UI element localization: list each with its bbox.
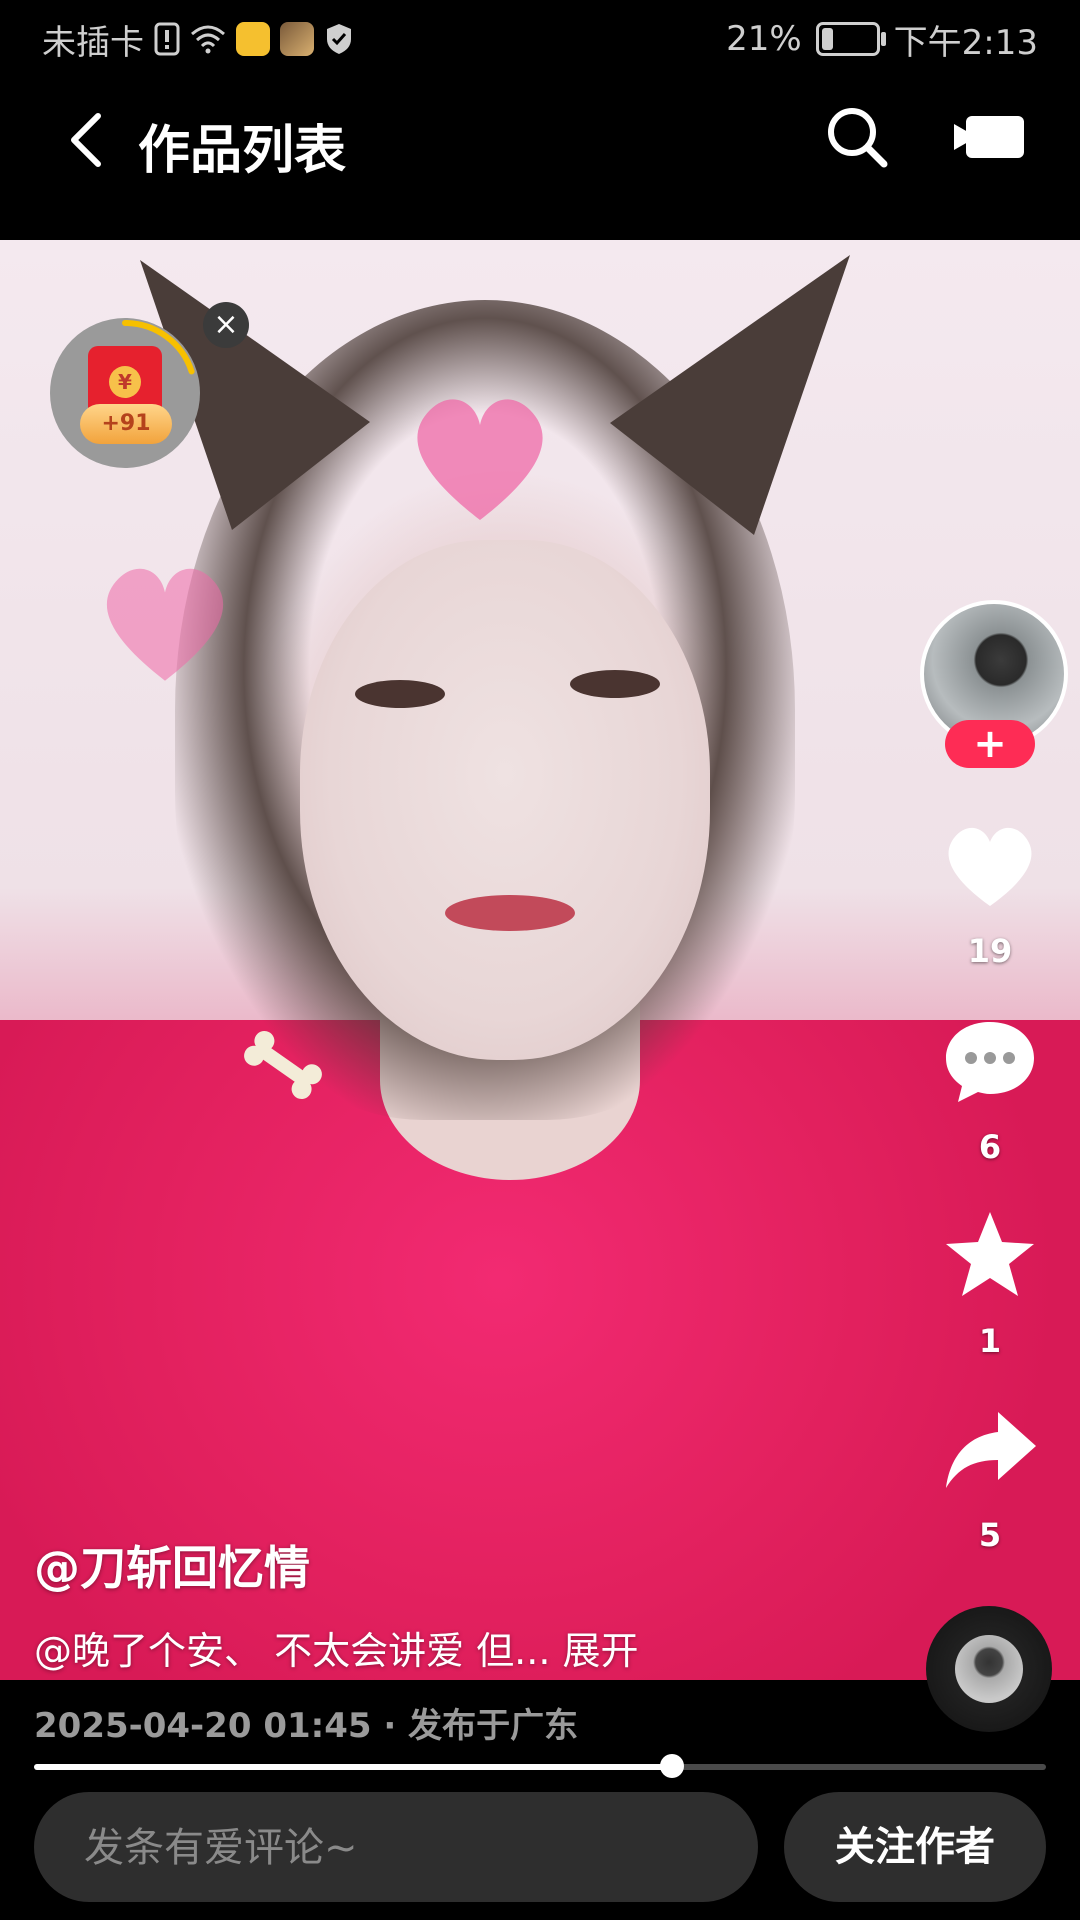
battery-fill <box>821 28 833 50</box>
follow-author-button[interactable]: 关注作者 <box>784 1792 1046 1902</box>
status-bar-left: 未插卡 <box>42 14 354 64</box>
battery-icon <box>815 22 886 56</box>
battery-percent: 21% <box>726 19 802 59</box>
mouth <box>445 895 575 931</box>
share-count: 5 <box>978 1516 1002 1554</box>
music-cover-avatar <box>955 1635 1023 1703</box>
clock: 下午2:13 <box>893 22 1038 63</box>
game-app-icon <box>280 22 314 56</box>
share-icon[interactable] <box>940 1404 1040 1494</box>
eye-left <box>355 680 445 708</box>
star-icon[interactable] <box>940 1210 1040 1300</box>
heart-sticker-left-icon <box>106 568 224 681</box>
face-region <box>300 540 710 1060</box>
comment-icon[interactable] <box>940 1016 1040 1106</box>
search-icon[interactable] <box>824 104 890 170</box>
video-camera-icon[interactable] <box>954 112 1026 162</box>
comment-input[interactable] <box>82 1792 726 1904</box>
shield-icon <box>327 24 351 54</box>
like-count: 19 <box>967 932 1013 970</box>
carrier-text: 未插卡 <box>42 22 144 63</box>
follow-plus-button[interactable]: + <box>945 720 1035 768</box>
comment-count: 6 <box>978 1128 1002 1166</box>
notification-app-icon <box>236 22 270 56</box>
heart-icon[interactable] <box>940 820 1040 910</box>
wifi-icon <box>191 25 225 54</box>
video-description[interactable]: @晚了个安、 不太会讲爱 但... 展开 <box>34 1620 638 1675</box>
favorite-count: 1 <box>978 1322 1002 1360</box>
heart-sticker-icon <box>417 399 543 520</box>
red-packet-badge: +91 <box>80 404 172 444</box>
publish-info: 2025-04-20 01:45 · 发布于广东 <box>34 1706 579 1746</box>
eye-right <box>570 670 660 698</box>
sim-alert-icon <box>154 22 180 56</box>
video-progress-fill <box>34 1764 672 1770</box>
video-progress-handle[interactable] <box>659 1754 684 1778</box>
coin-icon: ¥ <box>109 366 141 398</box>
close-icon[interactable]: × <box>203 302 249 348</box>
chevron-left-icon[interactable] <box>62 110 112 170</box>
page-title: 作品列表 <box>138 121 347 181</box>
author-name[interactable]: @刀斩回忆情 <box>34 1532 310 1598</box>
status-bar-right: 21% 下午2:13 <box>726 14 1038 64</box>
